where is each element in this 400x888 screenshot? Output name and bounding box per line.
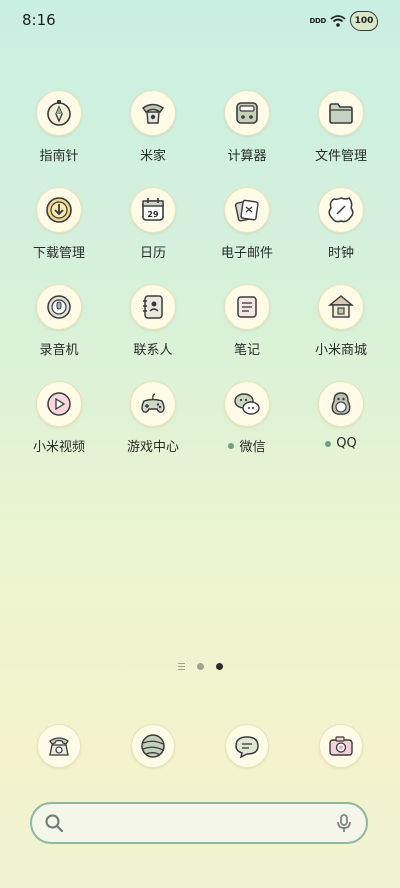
clock-icon xyxy=(318,187,364,233)
mijia-icon xyxy=(130,90,176,136)
app-game-center[interactable]: 游戏中心 xyxy=(106,381,200,455)
search-icon[interactable] xyxy=(44,813,64,833)
status-icons: DDD 100 xyxy=(309,10,378,32)
app-label: 小米商城 xyxy=(314,343,367,358)
search-bar[interactable] xyxy=(30,802,368,844)
app-label: QQ xyxy=(325,436,357,451)
app-recorder[interactable]: 录音机 xyxy=(12,284,106,358)
battery-icon: 100 xyxy=(350,11,378,31)
microphone-icon[interactable] xyxy=(334,813,354,833)
browser-icon xyxy=(131,724,175,768)
dock-phone[interactable] xyxy=(12,724,106,768)
store-icon xyxy=(318,284,364,330)
app-file-manager[interactable]: 文件管理 xyxy=(294,90,388,164)
app-download-manager[interactable]: 下载管理 xyxy=(12,187,106,261)
app-label: 小米视频 xyxy=(32,440,85,455)
phone-icon xyxy=(37,724,81,768)
page-dot-active[interactable] xyxy=(216,663,223,670)
messages-icon xyxy=(225,724,269,768)
network-indicator: DDD xyxy=(309,17,326,25)
app-label: 微信 xyxy=(228,436,266,455)
app-label: 计算器 xyxy=(227,149,267,164)
app-calculator[interactable]: 计算器 xyxy=(200,90,294,164)
search-input[interactable] xyxy=(74,810,318,836)
dock-messages[interactable] xyxy=(200,724,294,768)
wifi-icon xyxy=(330,15,346,27)
compass-icon xyxy=(36,90,82,136)
app-label: 日历 xyxy=(139,246,166,261)
app-label: 文件管理 xyxy=(314,149,367,164)
app-label: 指南针 xyxy=(39,149,79,164)
app-label: 时钟 xyxy=(327,246,354,261)
notes-icon xyxy=(224,284,270,330)
download-icon xyxy=(36,187,82,233)
app-label: 米家 xyxy=(139,149,166,164)
app-compass[interactable]: 指南针 xyxy=(12,90,106,164)
gamepad-icon xyxy=(130,381,176,427)
contacts-icon xyxy=(130,284,176,330)
dock-camera[interactable] xyxy=(294,724,388,768)
status-bar: 8:16 DDD 100 xyxy=(0,0,400,40)
new-badge-dot xyxy=(228,442,235,449)
app-email[interactable]: 电子邮件 xyxy=(200,187,294,261)
page-dot[interactable] xyxy=(197,663,204,670)
app-wechat[interactable]: 微信 xyxy=(200,381,294,455)
wechat-icon xyxy=(224,381,270,427)
app-clock[interactable]: 时钟 xyxy=(294,187,388,261)
app-label: 游戏中心 xyxy=(126,440,179,455)
camera-icon xyxy=(319,724,363,768)
folder-icon xyxy=(318,90,364,136)
app-label: 下载管理 xyxy=(32,246,85,261)
battery-level: 100 xyxy=(354,16,374,26)
app-calendar[interactable]: 29 日历 xyxy=(106,187,200,261)
app-mi-video[interactable]: 小米视频 xyxy=(12,381,106,455)
calculator-icon xyxy=(224,90,270,136)
email-icon xyxy=(224,187,270,233)
new-badge-dot xyxy=(325,440,332,447)
calendar-icon: 29 xyxy=(130,187,176,233)
app-mijia[interactable]: 米家 xyxy=(106,90,200,164)
app-drawer-indicator-icon[interactable] xyxy=(178,663,185,670)
clock-time: 8:16 xyxy=(22,11,56,29)
app-contacts[interactable]: 联系人 xyxy=(106,284,200,358)
dock-browser[interactable] xyxy=(106,724,200,768)
calendar-day: 29 xyxy=(147,210,159,219)
app-notes[interactable]: 笔记 xyxy=(200,284,294,358)
recorder-icon xyxy=(36,284,82,330)
video-icon xyxy=(36,381,82,427)
dock xyxy=(12,724,388,768)
app-mi-store[interactable]: 小米商城 xyxy=(294,284,388,358)
app-label: 录音机 xyxy=(39,343,79,358)
app-label: 笔记 xyxy=(233,343,260,358)
app-qq[interactable]: QQ xyxy=(294,381,388,455)
app-label: 电子邮件 xyxy=(220,246,273,261)
page-indicator[interactable] xyxy=(178,663,223,670)
app-grid: 指南针 米家 计算器 文件管理 下载管理 29 日历 电子邮件 时钟 录音机 联… xyxy=(12,90,388,455)
app-label: 联系人 xyxy=(133,343,173,358)
qq-penguin-icon xyxy=(318,381,364,427)
